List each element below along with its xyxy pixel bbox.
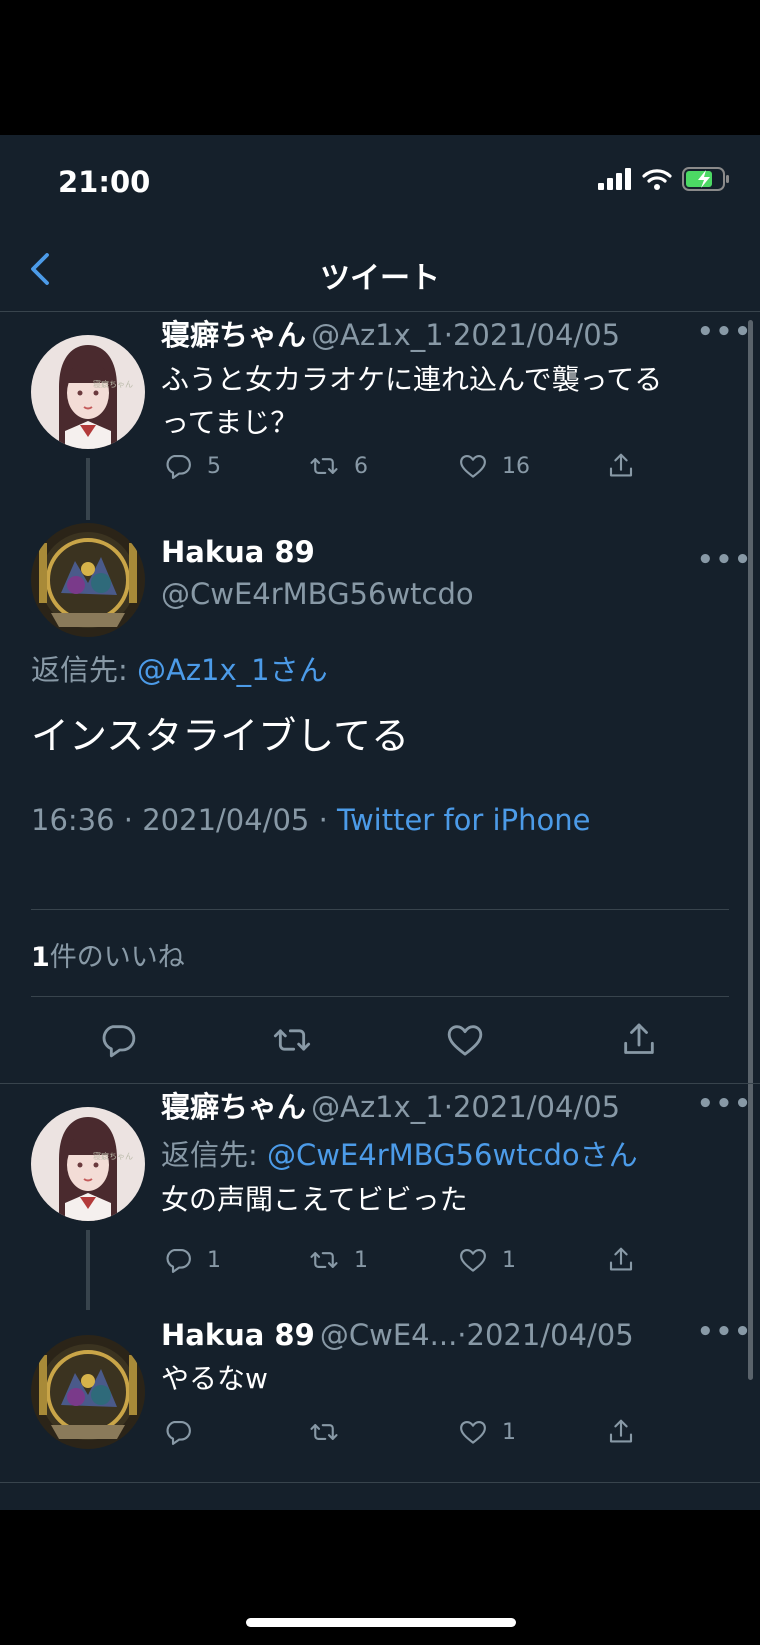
reply-to-link[interactable]: @Az1x_1さん [137,653,328,687]
separator: · [443,1090,453,1124]
reply-to-line: 返信先: @CwE4rMBG56wtcdoさん [161,1132,638,1174]
share-button[interactable] [606,1417,636,1447]
author-handle[interactable]: @CwE4rMBG56wtcdo [161,577,474,611]
reply-button[interactable]: 5 [163,451,221,481]
retweet-count: 6 [354,453,368,479]
like-button[interactable]: 16 [458,451,530,481]
tweet-text: インスタライブしてる [31,714,410,758]
tweet-text: やるなw [161,1362,268,1395]
reply-prefix: 返信先: [31,653,137,687]
reply-button[interactable]: 1 [163,1245,221,1275]
author-name[interactable]: Hakua 89 [161,1318,315,1352]
author-handle[interactable]: @Az1x_1 [311,1090,444,1124]
reply-to-link[interactable]: @CwE4rMBG56wtcdoさん [267,1138,638,1172]
home-indicator[interactable] [246,1618,516,1627]
twitter-screen: 21:00 ツイート 寝癖ちゃん @Az1x_1·2021/04/05 ••• … [0,135,760,1510]
divider [31,996,729,997]
tweet-header: 寝癖ちゃん @Az1x_1·2021/04/05 [161,315,620,360]
tweet-text: ふうと女カラオケに連れ込んで襲ってる ってまじ？ [161,358,662,444]
like-icon [458,1417,488,1447]
thread-line [86,1230,90,1310]
tweet-date[interactable]: 2021/04/05 [453,1090,620,1124]
retweet-icon [308,1417,340,1447]
more-icon[interactable]: ••• [697,317,753,347]
divider [31,909,729,910]
wifi-icon [642,169,672,190]
avatar[interactable] [31,335,145,449]
share-icon [606,1245,636,1275]
like-button[interactable]: 1 [458,1245,516,1275]
more-icon[interactable]: ••• [697,1089,753,1119]
avatar[interactable] [31,1107,145,1221]
share-icon [606,451,636,481]
like-icon [458,1245,488,1275]
like-icon [458,451,488,481]
author-name[interactable]: Hakua 89 [161,535,315,569]
retweet-icon[interactable] [270,1020,314,1060]
reply-button[interactable] [163,1417,193,1447]
thread-line [86,458,90,520]
share-icon [606,1417,636,1447]
share-button[interactable] [606,451,636,481]
separator: · [443,318,453,352]
source-link[interactable]: Twitter for iPhone [337,803,590,837]
share-icon[interactable] [619,1020,659,1060]
time-date: 16:36 · 2021/04/05 · [31,803,338,837]
tweet-text-line: ふうと女カラオケに連れ込んで襲ってる [161,363,663,396]
avatar[interactable] [31,1335,145,1449]
retweet-icon [308,1245,340,1275]
status-time: 21:00 [58,165,151,199]
more-icon[interactable]: ••• [697,1317,753,1347]
tweet-header: 寝癖ちゃん @Az1x_1·2021/04/05 [161,1087,620,1132]
reply-count: 5 [207,453,221,479]
author-name[interactable]: 寝癖ちゃん [161,318,306,352]
reply-icon [163,1245,193,1275]
share-button[interactable] [606,1245,636,1275]
reply-icon [163,451,193,481]
separator: · [457,1318,467,1352]
tweet-header: Hakua 89 @CwE4...·2021/04/05 [161,1315,634,1360]
reply-icon[interactable] [98,1020,138,1060]
likes-count: 1 [31,942,50,973]
like-count: 16 [502,453,530,479]
tweet-date[interactable]: 2021/04/05 [453,318,620,352]
header-divider [0,311,760,312]
author-handle[interactable]: @CwE4... [320,1318,457,1352]
retweet-count: 1 [354,1247,368,1273]
reply-count: 1 [207,1247,221,1273]
like-count: 1 [502,1247,516,1273]
like-button[interactable]: 1 [458,1417,516,1447]
reply-prefix: 返信先: [161,1138,267,1172]
divider [0,1083,760,1084]
retweet-button[interactable] [308,1417,340,1447]
author-name[interactable]: 寝癖ちゃん [161,1090,306,1124]
avatar[interactable] [31,523,145,637]
battery-icon [682,167,729,191]
retweet-icon [308,451,340,481]
likes-label: 件のいいね [49,942,185,973]
signal-icon [598,168,631,190]
tweet-date[interactable]: 2021/04/05 [467,1318,634,1352]
tweet-text-line: ってまじ？ [161,406,299,439]
reply-to-line: 返信先: @Az1x_1さん [31,647,328,689]
reply-icon [163,1417,193,1447]
status-icons [598,167,730,191]
retweet-button[interactable]: 1 [308,1245,368,1275]
author-handle[interactable]: @Az1x_1 [311,318,444,352]
tweet-timestamp: 16:36 · 2021/04/05 · Twitter for iPhone [31,803,590,837]
like-icon[interactable] [445,1020,485,1060]
tweet-text: 女の声聞こえてビビった [161,1183,468,1216]
page-title: ツイート [320,261,440,296]
like-count: 1 [502,1419,516,1445]
likes-summary[interactable]: 1件のいいね [31,935,185,974]
retweet-button[interactable]: 6 [308,451,368,481]
more-icon[interactable]: ••• [697,545,753,575]
divider [0,1482,760,1483]
scrollbar[interactable] [748,320,753,1380]
